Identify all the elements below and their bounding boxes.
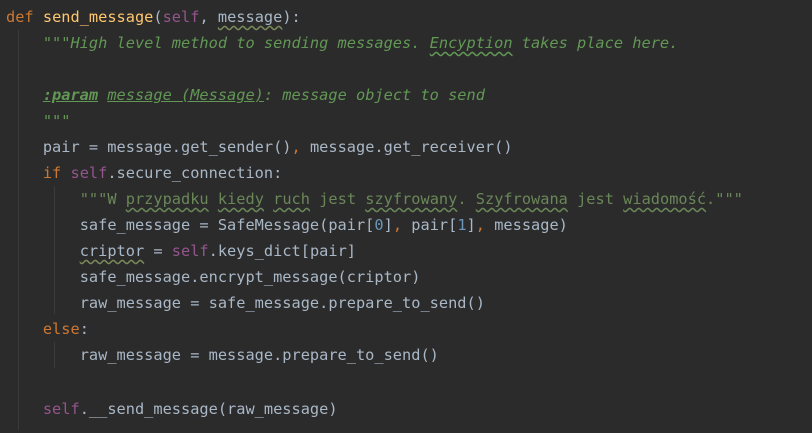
code-line-13[interactable]: else: <box>6 316 89 342</box>
string: jest <box>309 190 366 208</box>
self-keyword: self <box>162 8 200 26</box>
string: .""" <box>706 190 743 208</box>
string-typo: Szyfrowana <box>475 190 568 208</box>
variable-typo: criptor <box>79 242 145 260</box>
docstring-tag: :param <box>42 86 99 104</box>
string: . <box>457 190 476 208</box>
string-typo: wiadomość <box>623 190 707 208</box>
code-line-1[interactable]: def send_message(self, message): <box>6 4 301 30</box>
keyword: if <box>42 164 62 182</box>
docstring-param: message (Message) <box>107 86 264 104</box>
string-typo: ruch <box>273 190 310 208</box>
code-text: .__send_message(raw_message) <box>79 400 338 418</box>
string-typo: przypadku <box>125 190 209 208</box>
code-line-8[interactable]: """W przypadku kiedy ruch jest szyfrowan… <box>6 186 743 212</box>
code-text: safe_message.encrypt_message(criptor) <box>79 268 421 286</box>
code-text: : <box>79 320 89 338</box>
code-text: message.get_receiver() <box>300 138 513 156</box>
code-editor[interactable]: def send_message(self, message): """High… <box>0 0 812 433</box>
number: 0 <box>374 216 384 234</box>
code-text: ] <box>383 216 393 234</box>
code-line-12[interactable]: raw_message = safe_message.prepare_to_se… <box>6 290 485 316</box>
self-keyword: self <box>42 400 80 418</box>
parameter: message <box>217 8 283 26</box>
code-text: safe_message = SafeMessage(pair[ <box>79 216 375 234</box>
code-line-9[interactable]: safe_message = SafeMessage(pair[0], pair… <box>6 212 568 238</box>
docstring: """High level method to sending messages… <box>42 34 430 52</box>
code-line-6[interactable]: pair = message.get_sender(), message.get… <box>6 134 513 160</box>
code-text: message) <box>484 216 568 234</box>
string: jest <box>567 190 624 208</box>
code-line-4[interactable]: :param message (Message): message object… <box>6 82 485 108</box>
docstring-typo: Encyption <box>429 34 513 52</box>
string <box>209 190 218 208</box>
code-text: raw_message = message.prepare_to_send() <box>79 346 439 364</box>
code-line-2[interactable]: """High level method to sending messages… <box>6 30 678 56</box>
keyword: else <box>42 320 80 338</box>
code-text: .keys_dict[pair] <box>208 242 356 260</box>
comma: , <box>475 216 485 234</box>
code-line-10[interactable]: criptor = self.keys_dict[pair] <box>6 238 356 264</box>
number: 1 <box>457 216 467 234</box>
keyword: def <box>6 8 34 26</box>
string-typo: kiedy <box>217 190 264 208</box>
code-line-5[interactable]: """ <box>6 108 71 134</box>
docstring: takes place here. <box>512 34 679 52</box>
docstring: : message object to send <box>263 86 485 104</box>
docstring <box>98 86 107 104</box>
function-name: send_message <box>42 8 154 26</box>
code-text: pair[ <box>402 216 458 234</box>
comma: , <box>291 138 301 156</box>
punct: ): <box>282 8 301 26</box>
code-line-7[interactable]: if self.secure_connection: <box>6 160 282 186</box>
code-text: pair = message.get_sender() <box>42 138 292 156</box>
code-text: raw_message = safe_message.prepare_to_se… <box>79 294 485 312</box>
code-line-14[interactable]: raw_message = message.prepare_to_send() <box>6 342 439 368</box>
self-keyword: self <box>171 242 209 260</box>
self-keyword: self <box>70 164 108 182</box>
docstring-end: """ <box>42 112 71 130</box>
code-text: .secure_connection: <box>107 164 283 182</box>
punct: , <box>199 8 218 26</box>
code-text: ] <box>466 216 476 234</box>
code-line-16[interactable]: self.__send_message(raw_message) <box>6 396 338 422</box>
string <box>264 190 273 208</box>
code-text: = <box>144 242 172 260</box>
punct: ( <box>153 8 163 26</box>
string-typo: szyfrowany <box>365 190 458 208</box>
code-line-11[interactable]: safe_message.encrypt_message(criptor) <box>6 264 421 290</box>
comma: , <box>392 216 403 234</box>
string: """W <box>79 190 126 208</box>
